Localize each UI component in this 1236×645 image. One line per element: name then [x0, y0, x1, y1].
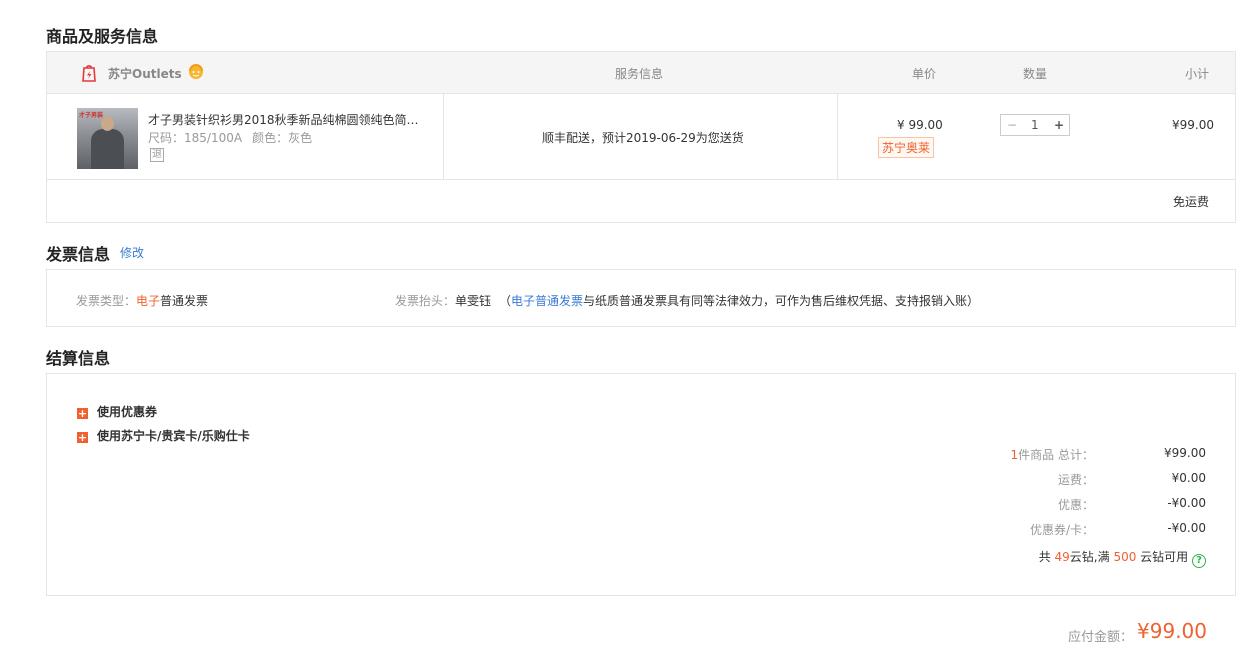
expand-plus-icon: +	[77, 407, 88, 420]
outlets-tag: 苏宁奥莱	[878, 137, 935, 158]
total-label: 1件商品 总计：	[1011, 446, 1094, 463]
thumbnail-logo: 才子男装	[79, 112, 104, 119]
use-coupon-toggle[interactable]: + 使用优惠券	[77, 403, 157, 420]
invoice-title-label: 发票抬头：	[395, 294, 456, 308]
use-card-toggle[interactable]: + 使用苏宁卡/贵宾卡/乐购仕卡	[77, 427, 250, 444]
invoice-type-label: 发票类型：	[76, 294, 137, 308]
payable-amount: ¥99.00	[1137, 619, 1207, 643]
expand-plus-icon: +	[77, 431, 88, 444]
quantity-decrease-button[interactable]: −	[1007, 118, 1017, 132]
delivery-service-text: 顺丰配送，预计2019-06-29为您送货	[542, 131, 744, 145]
use-card-label: 使用苏宁卡/贵宾卡/乐购仕卡	[97, 429, 250, 443]
quantity-increase-button[interactable]: +	[1054, 118, 1064, 132]
invoice-title: 发票抬头：单雯钰	[395, 292, 491, 309]
freight-label: 运费：	[1057, 473, 1094, 487]
coupon-card-value: -¥0.00	[1167, 521, 1206, 535]
cloud-text-mid: 云钻,满	[1069, 550, 1114, 564]
header-subtotal: 小计	[1185, 67, 1210, 81]
header-service: 服务信息	[615, 67, 664, 81]
column-divider	[837, 94, 838, 180]
settle-panel: + 使用优惠券 + 使用苏宁卡/贵宾卡/乐购仕卡 1件商品 总计： ¥99.00 运…	[46, 373, 1236, 596]
goods-table-header: 苏宁Outlets 服务信息 单价 数量 小计	[47, 52, 1235, 94]
freight-value: ¥0.00	[1171, 471, 1206, 485]
goods-section-title: 商品及服务信息	[46, 27, 159, 46]
e-invoice-link[interactable]: 电子普通发票	[511, 294, 583, 308]
goods-row: 才子男装 才子男装针织衫男2018秋季新品纯棉圆领纯色简约百搭毛衣 尺码：185…	[47, 94, 1235, 180]
invoice-type-value: 普通发票	[160, 294, 209, 308]
return-badge: 退	[150, 148, 164, 162]
invoice-type-value-e: 电子	[136, 294, 161, 308]
invoice-note-open: （	[499, 294, 512, 308]
product-title[interactable]: 才子男装针织衫男2018秋季新品纯棉圆领纯色简约百搭毛衣	[148, 111, 430, 128]
payable-label: 应付金额：	[1067, 630, 1133, 645]
total-label-text: 件商品 总计：	[1018, 448, 1094, 462]
cloud-minimum: 500	[1113, 550, 1137, 564]
product-size: 尺码：185/100A	[148, 131, 243, 145]
discount-label: 优惠：	[1057, 498, 1094, 512]
product-spec: 尺码：185/100A 颜色：灰色	[148, 129, 312, 146]
goods-panel: 苏宁Outlets 服务信息 单价 数量 小计 才子男装 才子男装针织衫男201…	[46, 51, 1236, 223]
help-icon[interactable]: ?	[1192, 554, 1206, 568]
shop-name[interactable]: 苏宁Outlets	[108, 65, 182, 82]
invoice-note-text: 与纸质普通发票具有同等法律效力，可作为售后维权凭据、支持报销入账）	[583, 294, 980, 308]
header-quantity: 数量	[1023, 67, 1048, 81]
total-value: ¥99.00	[1164, 446, 1206, 460]
quantity-value[interactable]: 1	[1031, 118, 1039, 132]
invoice-edit-link[interactable]: 修改	[120, 244, 144, 261]
cloud-count: 49	[1054, 550, 1070, 564]
product-color: 颜色：灰色	[252, 131, 313, 145]
column-divider	[443, 94, 444, 180]
invoice-type: 发票类型：电子普通发票	[76, 292, 208, 309]
header-unit-price: 单价	[912, 67, 937, 81]
invoice-panel: 发票类型：电子普通发票 发票抬头：单雯钰 （电子普通发票与纸质普通发票具有同等法…	[46, 269, 1236, 327]
invoice-title-value: 单雯钰	[455, 294, 492, 308]
unit-price: ¥ 99.00	[897, 118, 943, 132]
cloud-text-post: 云钻可用	[1136, 550, 1189, 564]
discount-value: -¥0.00	[1167, 496, 1206, 510]
shop-service-badge-icon[interactable]	[186, 61, 206, 81]
freight-text: 免运费	[1172, 195, 1209, 209]
coupon-card-label: 优惠券/卡：	[1029, 523, 1094, 537]
settle-section-title: 结算信息	[46, 349, 111, 368]
product-thumbnail[interactable]: 才子男装	[77, 108, 138, 169]
invoice-note: （电子普通发票与纸质普通发票具有同等法律效力，可作为售后维权凭据、支持报销入账）	[499, 292, 979, 309]
invoice-section-title: 发票信息	[46, 245, 111, 264]
item-subtotal: ¥99.00	[1172, 118, 1214, 132]
cloud-text-pre: 共	[1038, 550, 1055, 564]
use-coupon-label: 使用优惠券	[97, 405, 158, 419]
suning-shop-icon	[82, 65, 96, 82]
quantity-stepper[interactable]: − 1 +	[1000, 114, 1070, 136]
cloud-diamond-info: 共 49云钻,满 500 云钻可用 ?	[1039, 548, 1206, 568]
